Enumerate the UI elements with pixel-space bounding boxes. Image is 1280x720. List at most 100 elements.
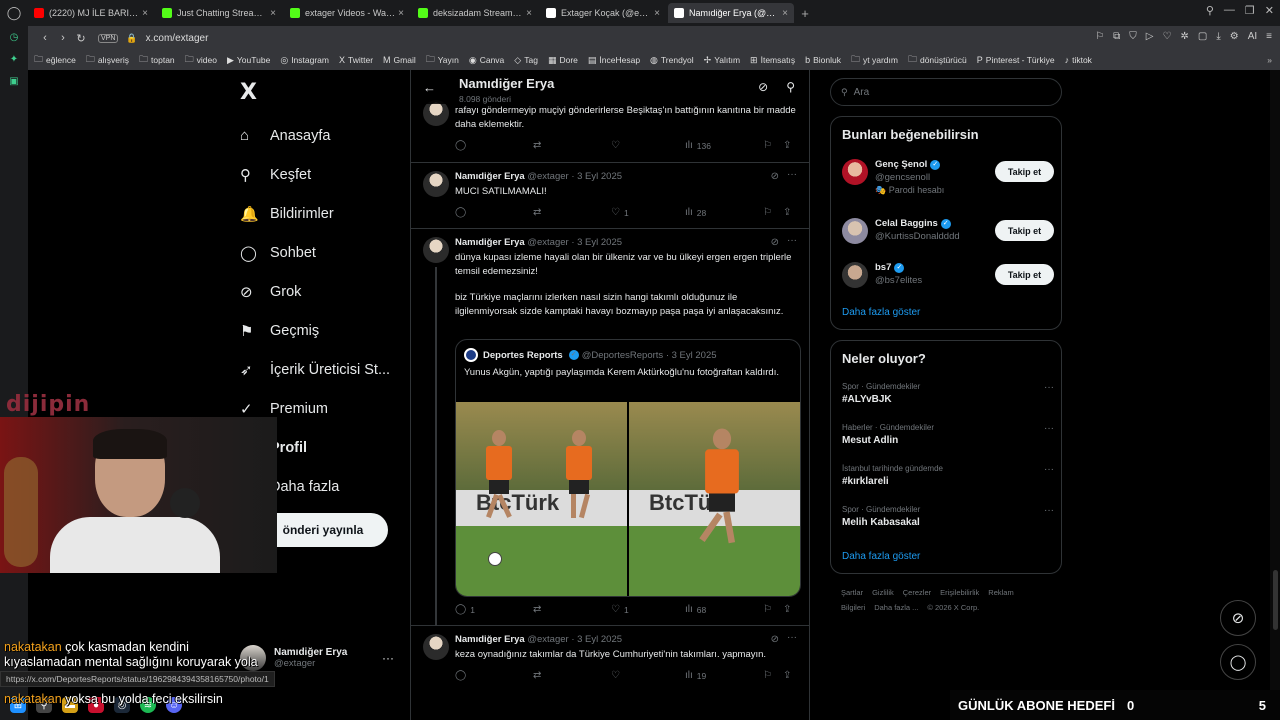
reply-button[interactable]: ◯ [455,670,533,681]
nav-item-0[interactable]: ⌂ Anasayfa [240,116,390,155]
browser-tab[interactable]: (2220) MJ İLE BARIŞTIK GA× [28,3,154,23]
footer-link[interactable]: Erişilebilirlik [940,588,979,597]
tweet[interactable]: Namıdiğer Erya @extager · 3 Eyl 2025 ⊘ ·… [411,163,809,229]
bookmark-button[interactable]: ⚐ [763,670,783,681]
bookmark-item[interactable]: 🗀 toptan [139,52,175,68]
more-icon[interactable]: ··· [787,169,797,180]
grok-icon[interactable]: ⊘ [771,237,779,248]
views-button[interactable]: ılı 68 [685,604,763,615]
retweet-button[interactable]: ⇄ [533,604,611,615]
bookmark-item[interactable]: X Twitter [339,52,373,68]
browser-menu-icon[interactable]: ◯ [0,0,28,26]
browser-tab[interactable]: Namıdiğer Erya (@extager)× [668,3,794,23]
like-button[interactable]: ♡ [611,140,685,151]
extensions-icon[interactable]: ✲ [1180,31,1188,42]
author-name[interactable]: Namıdiğer Erya [455,634,525,645]
bookmark-item[interactable]: ◎ Instagram [280,52,329,68]
footer-link[interactable]: © 2026 X Corp. [927,603,979,612]
close-window-icon[interactable]: ✕ [1265,4,1274,17]
like-button[interactable]: ♡ 1 [611,604,685,615]
maximize-icon[interactable]: ❐ [1245,4,1255,17]
screenshot-icon[interactable]: ⧉ [1113,31,1120,42]
grok-icon[interactable]: ⊘ [771,634,779,645]
trend-item[interactable]: Spor · Gündemdekiler Melih Kabasakal ··· [842,505,1054,535]
bookmark-item[interactable]: b Bionluk [805,52,841,68]
tweet[interactable]: Namıdiğer Erya @extager · 3 Eyl 2025 ⊘ ·… [411,626,809,720]
more-icon[interactable]: ··· [382,651,394,665]
retweet-button[interactable]: ⇄ [533,140,611,151]
share-button[interactable]: ⇪ [783,207,801,218]
bookmark-item[interactable]: 🗀 yt yardım [851,52,898,68]
close-tab-icon[interactable]: × [654,8,660,19]
more-icon[interactable]: ··· [787,235,797,246]
nav-item-6[interactable]: ➶ İçerik Üreticisi St... [240,350,390,389]
new-tab-button[interactable]: + [796,6,814,21]
bookmark-item[interactable]: M Gmail [383,52,416,68]
trend-item[interactable]: Haberler · Gündemdekiler Mesut Adlin ··· [842,423,1054,453]
quoted-author-handle[interactable]: @DeportesReports · 3 Eyl 2025 [582,350,717,361]
more-icon[interactable]: ··· [1044,505,1054,516]
suggested-user[interactable]: Celal Baggins ✓ @KurtissDonaldddd Takip e… [842,218,1054,258]
author-handle[interactable]: @extager [527,237,568,248]
url-field[interactable]: x.com/extager [146,33,209,44]
tweet[interactable]: Namıdiğer Erya @extager · 3 Eyl 2025 ⊘ ·… [411,229,809,626]
minimize-icon[interactable]: — [1224,4,1235,17]
reload-icon[interactable]: ↻ [72,32,90,45]
download-icon[interactable]: ⤓ [1216,31,1220,42]
nav-item-1[interactable]: ⚲ Keşfet [240,155,390,194]
views-button[interactable]: ılı 19 [685,670,763,681]
suggested-user[interactable]: Genç Şenol ✓ @gencsenoll 🎭 Parodi hesabı … [842,159,1054,199]
footer-link[interactable]: Şartlar [841,588,863,597]
nav-item-3[interactable]: ◯ Sohbet [240,233,390,272]
bookmark-button[interactable]: ⚐ [763,140,783,151]
nav-item-4[interactable]: ⊘ Grok [240,272,390,311]
close-tab-icon[interactable]: × [142,8,148,19]
footer-link[interactable]: Gizlilik [872,588,894,597]
close-tab-icon[interactable]: × [398,8,404,19]
quoted-tweet[interactable]: Deportes Reports ✓ @DeportesReports · 3 … [455,339,801,597]
search-icon[interactable]: ⚲ [786,80,795,94]
search-tabs-icon[interactable]: ⚲ [1206,4,1214,17]
bookmark-item[interactable]: ▤ İnceHesap [588,52,640,68]
show-more-link[interactable]: Daha fazla göster [842,551,920,562]
settings-icon[interactable]: ⚙ [1230,31,1239,42]
post-button[interactable]: önderi yayınla [258,513,388,547]
back-icon[interactable]: ‹ [36,32,54,44]
like-button[interactable]: ♡ [611,670,685,681]
bookmark-item[interactable]: ◍ Trendyol [650,52,694,68]
nav-item-2[interactable]: 🔔 Bildirimler [240,194,390,233]
bookmark-item[interactable]: 🗀 Yayın [426,52,459,68]
pinned-icon[interactable]: ✦ [0,48,28,70]
author-name[interactable]: Namıdiğer Erya [455,237,525,248]
grok-fab-icon[interactable]: ⊘ [1220,600,1256,636]
bookmark-item[interactable]: ▶ YouTube [227,52,270,68]
lock-icon[interactable]: 🔒 [126,33,137,44]
play-icon[interactable]: ▷ [1146,31,1154,42]
more-icon[interactable]: ··· [1044,423,1054,434]
browser-tab[interactable]: Extager Koçak (@extager)× [540,3,666,23]
share-button[interactable]: ⇪ [783,140,801,151]
share-button[interactable]: ⇪ [783,604,801,615]
bookmark-button[interactable]: ⚐ [763,604,783,615]
search-input[interactable]: ⚲ Ara [830,78,1062,106]
trend-item[interactable]: İstanbul tarihinde gündemde #kırklareli … [842,464,1054,494]
close-tab-icon[interactable]: × [526,8,532,19]
footer-link[interactable]: Daha fazla ... [874,603,918,612]
retweet-button[interactable]: ⇄ [533,207,611,218]
share-button[interactable]: ⇪ [783,670,801,681]
tweet-date[interactable]: · 3 Eyl 2025 [571,237,622,248]
bookmark-item[interactable]: 🗀 eğlence [34,52,76,68]
ai-button[interactable]: AI [1248,31,1257,42]
bookmark-item[interactable]: 🗀 alışveriş [86,52,129,68]
show-more-link[interactable]: Daha fazla göster [842,307,920,318]
bookmark-item[interactable]: P Pinterest - Türkiye [977,52,1055,68]
history-icon[interactable]: ◷ [0,26,28,48]
grok-icon[interactable]: ⊘ [758,80,768,94]
reply-button[interactable]: ◯ [455,140,533,151]
more-icon[interactable]: ··· [1044,464,1054,475]
browser-tab[interactable]: Just Chatting Streaming -× [156,3,282,23]
browser-tab[interactable]: deksizadam Stream - Watc× [412,3,538,23]
bookmark-item[interactable]: ⊞ İtemsatış [750,52,795,68]
browser-tab[interactable]: extager Videos - Watch On× [284,3,410,23]
follow-button[interactable]: Takip et [995,161,1054,182]
